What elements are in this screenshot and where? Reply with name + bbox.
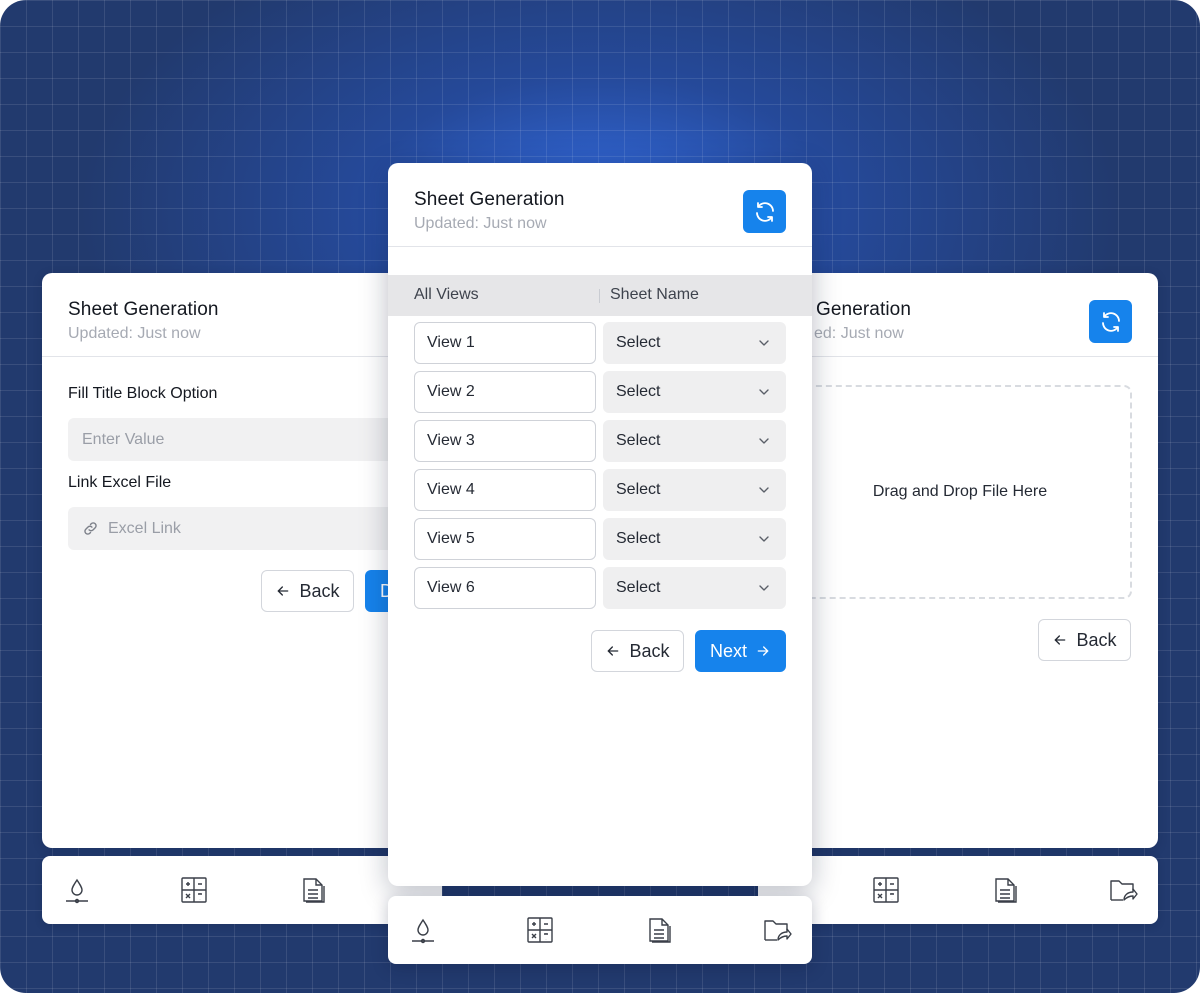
sheet-select[interactable]: Select bbox=[603, 567, 786, 609]
card-subtitle: Updated: Just now bbox=[68, 325, 201, 342]
chevron-down-icon bbox=[756, 482, 772, 498]
excel-link-input[interactable]: Excel Link bbox=[68, 507, 408, 550]
left-sheet-card: Sheet Generation Updated: Just now Fill … bbox=[42, 273, 442, 848]
view-field[interactable]: View 1 bbox=[414, 322, 596, 364]
calculator-icon[interactable] bbox=[179, 875, 209, 905]
chevron-down-icon bbox=[756, 580, 772, 596]
document-icon[interactable] bbox=[644, 915, 674, 945]
back-label: Back bbox=[1076, 629, 1117, 650]
calculator-icon[interactable] bbox=[871, 875, 901, 905]
drop-icon[interactable] bbox=[62, 875, 92, 905]
chevron-down-icon bbox=[756, 335, 772, 351]
view-name: View 2 bbox=[427, 383, 475, 400]
arrow-left-icon bbox=[275, 583, 291, 599]
document-icon[interactable] bbox=[298, 875, 328, 905]
calculator-icon[interactable] bbox=[525, 915, 555, 945]
column-header-sheet-name: Sheet Name bbox=[610, 286, 699, 303]
arrow-left-icon bbox=[605, 643, 621, 659]
view-field[interactable]: View 2 bbox=[414, 371, 596, 413]
sheet-select[interactable]: Select bbox=[603, 518, 786, 560]
sheet-select[interactable]: Select bbox=[603, 469, 786, 511]
select-value: Select bbox=[616, 481, 661, 498]
input-placeholder: Enter Value bbox=[82, 430, 165, 448]
document-icon[interactable] bbox=[990, 875, 1020, 905]
view-name: View 5 bbox=[427, 530, 475, 547]
next-label: Next bbox=[709, 640, 747, 661]
folder-share-icon[interactable] bbox=[1108, 875, 1138, 905]
center-sheet-card: Sheet Generation Updated: Just now All V… bbox=[388, 163, 812, 886]
column-header-all-views: All Views bbox=[414, 286, 479, 303]
link-icon bbox=[82, 520, 99, 537]
left-bottom-nav bbox=[42, 856, 442, 924]
view-name: View 3 bbox=[427, 432, 475, 449]
view-field[interactable]: View 3 bbox=[414, 420, 596, 462]
back-button[interactable]: Back bbox=[261, 570, 354, 612]
fill-title-block-input[interactable]: Enter Value bbox=[68, 418, 408, 461]
sheet-select[interactable]: Select bbox=[603, 371, 786, 413]
card-title: Generation bbox=[816, 299, 912, 320]
refresh-button[interactable] bbox=[1089, 300, 1132, 343]
file-dropzone[interactable]: Drag and Drop File Here bbox=[788, 385, 1132, 599]
card-title: Sheet Generation bbox=[68, 299, 219, 320]
view-field[interactable]: View 5 bbox=[414, 518, 596, 560]
dropzone-text: Drag and Drop File Here bbox=[872, 483, 1048, 500]
refresh-button[interactable] bbox=[743, 190, 786, 233]
select-value: Select bbox=[616, 432, 661, 449]
chevron-down-icon bbox=[756, 384, 772, 400]
view-field[interactable]: View 6 bbox=[414, 567, 596, 609]
view-name: View 4 bbox=[427, 481, 475, 498]
refresh-icon bbox=[753, 200, 777, 224]
chevron-down-icon bbox=[756, 433, 772, 449]
view-name: View 6 bbox=[427, 579, 475, 596]
drop-icon[interactable] bbox=[408, 915, 438, 945]
card-header: Sheet Generation Updated: Just now bbox=[42, 273, 442, 357]
sheet-select[interactable]: Select bbox=[603, 420, 786, 462]
center-bottom-nav bbox=[388, 896, 812, 964]
select-value: Select bbox=[616, 383, 661, 400]
table-header: All Views Sheet Name bbox=[388, 275, 812, 316]
refresh-icon bbox=[1099, 310, 1123, 334]
card-subtitle: ed: Just now bbox=[814, 325, 904, 342]
back-label: Back bbox=[629, 640, 670, 661]
card-title: Sheet Generation bbox=[414, 189, 565, 210]
view-name: View 1 bbox=[427, 334, 475, 351]
view-field[interactable]: View 4 bbox=[414, 469, 596, 511]
card-header: Generation ed: Just now bbox=[758, 273, 1158, 357]
link-excel-label: Link Excel File bbox=[68, 474, 172, 491]
next-button[interactable]: Next bbox=[695, 630, 786, 672]
column-divider bbox=[599, 289, 600, 303]
select-value: Select bbox=[616, 334, 661, 351]
sheet-select[interactable]: Select bbox=[603, 322, 786, 364]
card-subtitle: Updated: Just now bbox=[414, 215, 547, 232]
back-label: Back bbox=[299, 580, 340, 601]
fill-title-block-label: Fill Title Block Option bbox=[68, 385, 218, 402]
arrow-right-icon bbox=[755, 643, 771, 659]
right-sheet-card: Generation ed: Just now Drag and Drop Fi… bbox=[758, 273, 1158, 848]
right-bottom-nav bbox=[758, 856, 1158, 924]
select-value: Select bbox=[616, 579, 661, 596]
arrow-left-icon bbox=[1052, 632, 1068, 648]
chevron-down-icon bbox=[756, 531, 772, 547]
folder-share-icon[interactable] bbox=[762, 915, 792, 945]
input-placeholder: Excel Link bbox=[108, 519, 181, 537]
back-button[interactable]: Back bbox=[1038, 619, 1131, 661]
select-value: Select bbox=[616, 530, 661, 547]
back-button[interactable]: Back bbox=[591, 630, 684, 672]
card-header: Sheet Generation Updated: Just now bbox=[388, 163, 812, 247]
